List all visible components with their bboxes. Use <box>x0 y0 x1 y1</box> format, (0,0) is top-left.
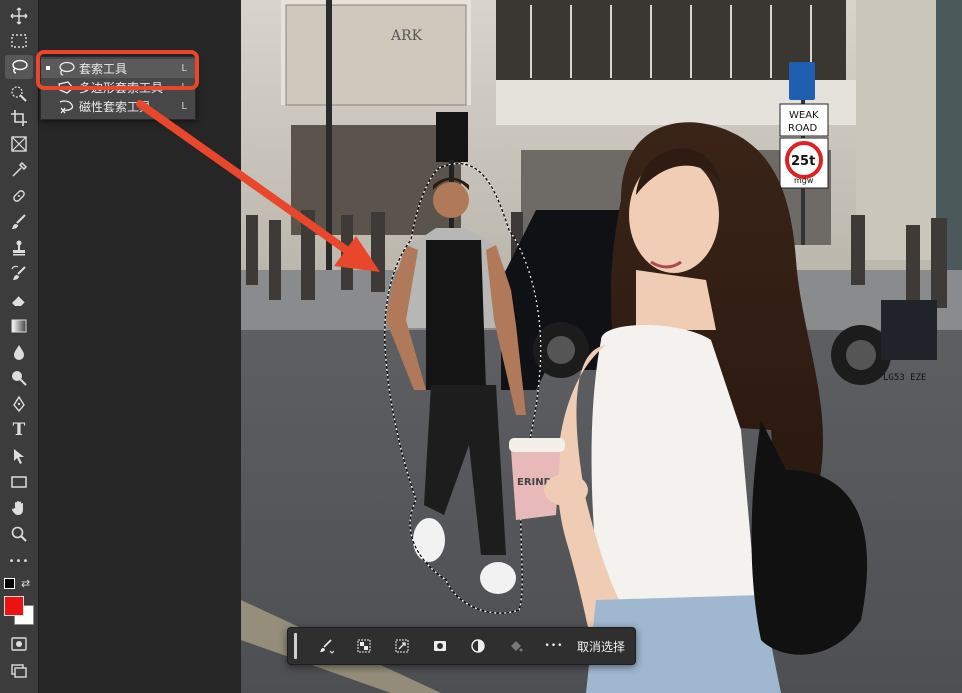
road-sign-weak: WEAK <box>789 110 819 121</box>
brush-tool-button[interactable] <box>5 210 33 234</box>
lasso-icon <box>12 59 28 74</box>
marquee-icon <box>11 34 27 48</box>
screen-mode-icon <box>11 664 27 678</box>
hand-tool-button[interactable] <box>5 496 33 520</box>
frame-icon <box>11 136 27 152</box>
road-sign-road: ROAD <box>788 123 817 134</box>
select-mask-button[interactable] <box>345 632 383 660</box>
quick-mask-button[interactable] <box>5 632 33 656</box>
street-photo: ARK LG53 EZE WEAK ROAD 25t mgw ERIND <box>241 0 962 693</box>
droplet-icon <box>14 345 24 360</box>
quick-select-tool-button[interactable] <box>5 81 33 105</box>
more-tools-button[interactable]: ••• <box>5 549 33 573</box>
transform-icon <box>395 639 409 653</box>
speed-limit-value: 25t <box>791 154 815 169</box>
type-icon: T <box>12 420 26 440</box>
fill-selection-button[interactable] <box>497 632 535 660</box>
canvas-image[interactable]: ARK LG53 EZE WEAK ROAD 25t mgw ERIND <box>241 0 962 693</box>
brush-select-icon <box>320 639 334 654</box>
crop-icon <box>11 110 27 126</box>
eyedropper-icon <box>12 161 28 177</box>
frame-tool-button[interactable] <box>5 132 33 156</box>
dodge-tool-button[interactable] <box>5 366 33 390</box>
pen-tool-button[interactable] <box>5 392 33 416</box>
add-mask-button[interactable] <box>421 632 459 660</box>
arrow-cursor-icon <box>14 449 24 464</box>
license-plate: LG53 EZE <box>883 373 926 383</box>
history-brush-tool-button[interactable] <box>5 262 33 286</box>
move-tool-button[interactable] <box>5 4 33 28</box>
stamp-icon <box>13 240 25 256</box>
default-colors-icon[interactable] <box>4 578 15 589</box>
clone-stamp-tool-button[interactable] <box>5 236 33 260</box>
type-tool-button[interactable]: T <box>5 418 33 442</box>
more-icon: ••• <box>8 555 30 567</box>
annotation-highlight-box <box>36 50 199 90</box>
transform-selection-button[interactable] <box>383 632 421 660</box>
quick-select-icon <box>11 86 27 102</box>
select-subject-button[interactable] <box>307 632 345 660</box>
screen-mode-button[interactable] <box>5 658 33 682</box>
dodge-icon <box>12 371 27 386</box>
pen-icon <box>13 395 25 413</box>
blur-tool-button[interactable] <box>5 340 33 364</box>
task-bar-grip[interactable] <box>294 633 297 659</box>
quick-mask-icon <box>11 637 27 651</box>
more-options-button[interactable]: ••• <box>535 632 573 660</box>
mask-icon <box>434 641 446 651</box>
gradient-icon <box>11 319 27 333</box>
eyedropper-tool-button[interactable] <box>5 158 33 182</box>
lasso-tool-button[interactable] <box>5 55 33 79</box>
contextual-task-bar: ••• 取消选择 <box>287 627 636 665</box>
bandage-icon <box>13 190 25 202</box>
move-icon <box>10 7 28 25</box>
path-select-tool-button[interactable] <box>5 444 33 468</box>
adjustment-layer-button[interactable] <box>459 632 497 660</box>
half-circle-icon <box>471 639 485 653</box>
crop-tool-button[interactable] <box>5 106 33 130</box>
gradient-tool-button[interactable] <box>5 314 33 338</box>
history-brush-icon <box>11 265 26 280</box>
flyout-item-shortcut: L <box>181 101 187 112</box>
magnifier-icon <box>11 526 27 542</box>
healing-brush-tool-button[interactable] <box>5 184 33 208</box>
deselect-button[interactable]: 取消选择 <box>577 638 625 655</box>
magnetic-lasso-icon <box>59 99 74 113</box>
tools-panel: T ••• ⇄ <box>0 0 39 693</box>
checker-mask-icon <box>357 639 371 653</box>
paint-bucket-icon <box>511 641 523 652</box>
eraser-icon <box>12 295 26 306</box>
marquee-tool-button[interactable] <box>5 29 33 53</box>
store-sign: ARK <box>390 28 423 44</box>
swap-colors-icon[interactable]: ⇄ <box>21 577 30 590</box>
flyout-item-label: 磁性套索工具 <box>79 100 152 114</box>
speed-limit-unit: mgw <box>794 176 814 185</box>
foreground-color-swatch[interactable] <box>4 596 24 616</box>
eraser-tool-button[interactable] <box>5 288 33 312</box>
rectangle-tool-button[interactable] <box>5 470 33 494</box>
brush-icon <box>12 214 26 229</box>
zoom-tool-button[interactable] <box>5 522 33 546</box>
more-icon: ••• <box>544 641 564 651</box>
rectangle-icon <box>11 476 27 488</box>
hand-icon <box>11 501 23 515</box>
flyout-item-magnetic-lasso[interactable]: 磁性套索工具 L <box>41 97 195 116</box>
